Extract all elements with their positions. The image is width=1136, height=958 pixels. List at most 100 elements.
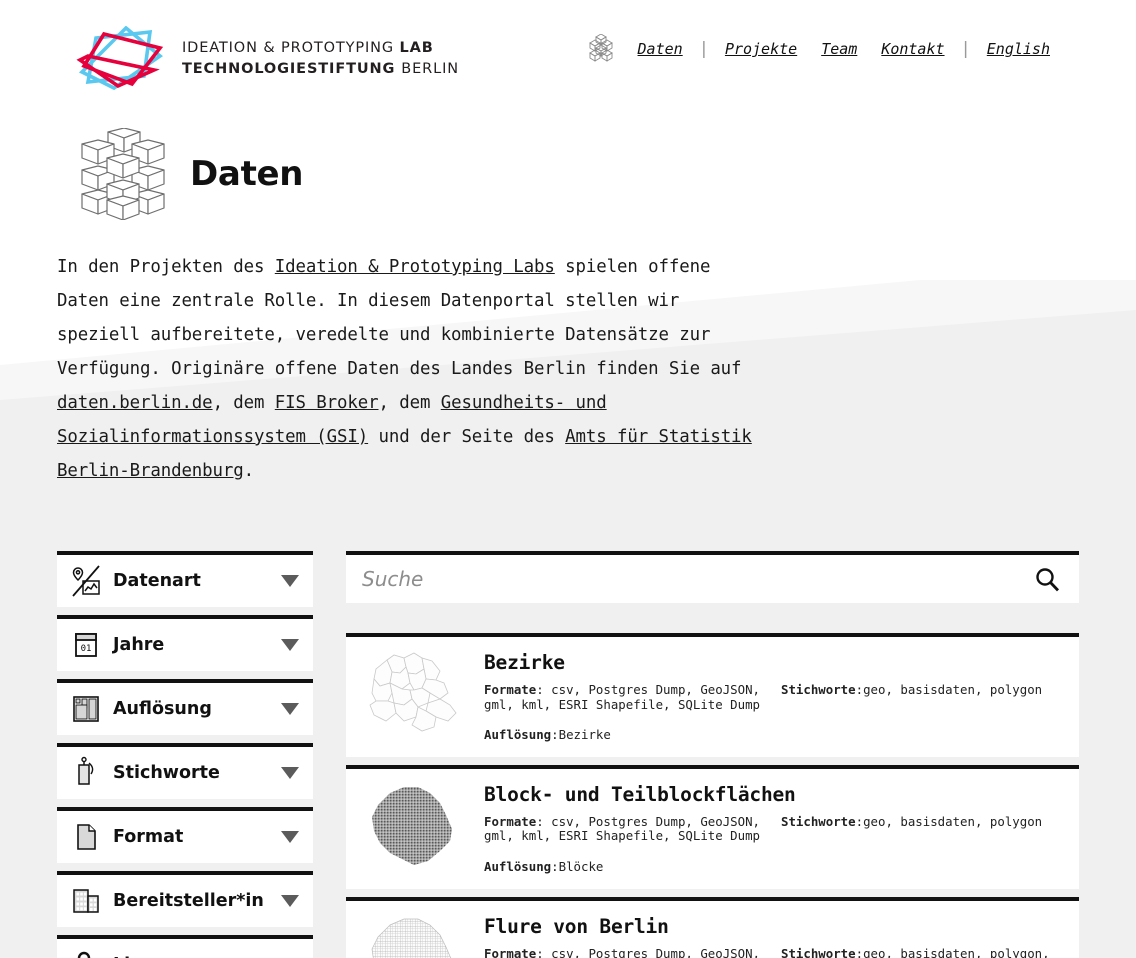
result-meta-row: Formate: csv, Postgres Dump, GeoJSON, gm…	[484, 682, 1065, 712]
formate-line-1: csv, Postgres Dump, GeoJSON,	[543, 813, 761, 829]
nav-item-projekte[interactable]: Projekte	[713, 40, 809, 58]
result-card-body: Block- und Teilblockflächen Formate: csv…	[484, 779, 1065, 875]
tsb-logo-icon	[76, 26, 164, 91]
result-title: Bezirke	[484, 651, 565, 674]
result-stichworte: Stichworte:geo, basisdaten, polygon	[781, 813, 1065, 844]
filter-label: Format	[113, 827, 184, 847]
nav-separator: |	[698, 39, 709, 59]
filter-stichworte[interactable]: Stichworte	[57, 743, 313, 799]
formate-line-2: gml, kml, ESRI Shapefile, SQLite Dump	[484, 828, 761, 844]
intro-link-lab[interactable]: Ideation & Prototyping Labs	[275, 257, 555, 277]
filter-lizenz[interactable]: Lizenz	[57, 935, 313, 958]
aufloesung-value: Bezirke	[558, 727, 611, 743]
result-title: Block- und Teilblockflächen	[484, 782, 796, 806]
berlin-districts-map	[369, 652, 457, 732]
filter-sidebar: Datenart 01 Jahre Auflösung Stichworte F…	[57, 551, 313, 958]
formate-line-1: csv, Postgres Dump, GeoJSON,	[543, 945, 761, 958]
main-navigation: Daten | Projekte Team Kontakt | English	[586, 34, 1062, 64]
stichworte-label: Stichworte	[781, 813, 856, 829]
result-card-body: Flure von Berlin Formate: csv, Postgres …	[484, 911, 1065, 958]
chevron-down-icon[interactable]	[281, 575, 299, 587]
stichworte-colon: :	[855, 945, 864, 958]
intro-link-fis-broker[interactable]: FIS Broker	[275, 393, 379, 413]
search-input[interactable]	[362, 567, 1033, 591]
formate-colon: :	[536, 813, 544, 829]
stichworte-label: Stichworte	[781, 682, 856, 697]
map-pin-chart-icon	[72, 565, 100, 597]
filter-label: Stichworte	[113, 763, 220, 783]
logo-line-1-regular: IDEATION & PROTOTYPING	[182, 40, 400, 57]
berlin-blocks-map	[372, 786, 452, 865]
logo-line-2-bold: TECHNOLOGIESTIFTUNG	[182, 61, 402, 77]
chevron-down-icon[interactable]	[281, 767, 299, 779]
page-title-row: Daten	[74, 128, 1136, 220]
tag-pin-icon	[78, 756, 94, 785]
filter-bereitsteller[interactable]: Bereitsteller*in	[57, 871, 313, 927]
result-card[interactable]: Bezirke Formate: csv, Postgres Dump, Geo…	[346, 633, 1079, 757]
intro-text-1: In den Projekten des	[57, 257, 275, 277]
result-stichworte: Stichworte:geo, basisdaten, polygon	[781, 682, 1065, 712]
document-icon	[77, 824, 96, 850]
stichworte-line-1: geo, basisdaten, polygon,	[863, 945, 1050, 958]
cube-stack-icon	[81, 128, 165, 220]
filter-format[interactable]: Format	[57, 807, 313, 863]
nav-item-english[interactable]: English	[975, 40, 1062, 58]
formate-colon: :	[536, 945, 544, 958]
cube-cluster-icon	[588, 34, 613, 62]
result-formate: Formate: csv, Postgres Dump, GeoJSON, gm…	[484, 682, 771, 712]
grid-blocks-icon	[73, 696, 99, 722]
building-icon	[73, 889, 99, 913]
formate-line-1: csv, Postgres Dump, GeoJSON,	[543, 682, 761, 697]
result-card-body: Bezirke Formate: csv, Postgres Dump, Geo…	[484, 647, 1065, 743]
filter-aufloesung[interactable]: Auflösung	[57, 679, 313, 735]
filter-label: Datenart	[113, 571, 201, 591]
results-column: Bezirke Formate: csv, Postgres Dump, Geo…	[346, 551, 1079, 958]
site-header: IDEATION & PROTOTYPING LAB TECHNOLOGIEST…	[0, 0, 1136, 110]
filter-label: Auflösung	[113, 699, 212, 719]
result-meta-row: Formate: csv, Postgres Dump, GeoJSON, gm…	[484, 945, 1065, 958]
chevron-down-icon[interactable]	[281, 703, 299, 715]
page-root: IDEATION & PROTOTYPING LAB TECHNOLOGIEST…	[0, 0, 1136, 958]
formate-line-2: gml, kml, ESRI Shapefile, SQLite Dump	[484, 696, 761, 712]
result-title: Flure von Berlin	[484, 914, 669, 938]
stichworte-colon: :	[855, 682, 864, 697]
intro-text-6: .	[243, 461, 255, 481]
logo-line-1-bold: LAB	[399, 40, 434, 57]
search-icon[interactable]	[1033, 565, 1061, 593]
logo-line-2-regular: BERLIN	[401, 61, 459, 77]
nav-separator: |	[960, 39, 971, 59]
stichworte-label: Stichworte	[781, 945, 856, 958]
result-meta-row: Formate: csv, Postgres Dump, GeoJSON, gm…	[484, 813, 1065, 844]
chevron-down-icon[interactable]	[281, 895, 299, 907]
filter-label: Jahre	[113, 635, 165, 655]
filter-jahre[interactable]: 01 Jahre	[57, 615, 313, 671]
formate-label: Formate	[484, 813, 537, 829]
chevron-down-icon[interactable]	[281, 831, 299, 843]
logo-line-2: TECHNOLOGIESTIFTUNG BERLIN	[182, 59, 459, 80]
filter-datenart[interactable]: Datenart	[57, 551, 313, 607]
intro-text-4: , dem	[378, 393, 441, 413]
result-formate: Formate: csv, Postgres Dump, GeoJSON, gm…	[484, 813, 771, 844]
logo-wordmark: IDEATION & PROTOTYPING LAB TECHNOLOGIEST…	[182, 38, 459, 79]
formate-colon: :	[536, 682, 544, 697]
result-aufloesung: Auflösung:Blöcke	[484, 858, 1065, 875]
logo-line-1: IDEATION & PROTOTYPING LAB	[182, 38, 459, 59]
nav-item-daten[interactable]: Daten	[626, 40, 695, 58]
nav-item-team[interactable]: Team	[809, 40, 869, 58]
result-card[interactable]: Flure von Berlin Formate: csv, Postgres …	[346, 896, 1079, 958]
stichworte-line-1: geo, basisdaten, polygon	[863, 813, 1043, 829]
site-logo[interactable]: IDEATION & PROTOTYPING LAB TECHNOLOGIEST…	[74, 26, 459, 92]
aufloesung-value: Blöcke	[558, 858, 604, 874]
lock-icon	[77, 951, 91, 958]
nav-item-kontakt[interactable]: Kontakt	[869, 40, 956, 58]
stichworte-colon: :	[855, 813, 864, 829]
aufloesung-colon: :	[551, 858, 559, 874]
intro-link-daten-berlin[interactable]: daten.berlin.de	[57, 393, 213, 413]
result-card[interactable]: Block- und Teilblockflächen Formate: csv…	[346, 764, 1079, 889]
formate-label: Formate	[484, 945, 537, 958]
chevron-down-icon[interactable]	[281, 639, 299, 651]
search-bar[interactable]	[346, 551, 1079, 603]
berlin-flure-map	[371, 918, 452, 958]
aufloesung-colon: :	[551, 727, 559, 743]
intro-paragraph: In den Projekten des Ideation & Prototyp…	[57, 250, 757, 488]
